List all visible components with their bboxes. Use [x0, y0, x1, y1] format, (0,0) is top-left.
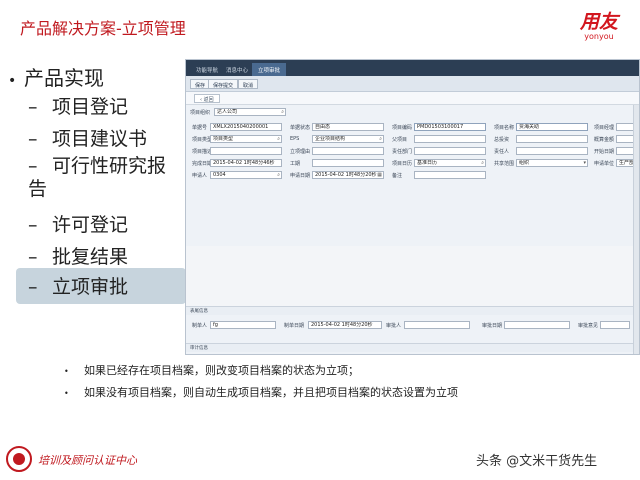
doc-no-field[interactable]: XMLX2015040200001: [210, 123, 282, 131]
project-code-label: 项目编码: [392, 125, 413, 131]
finish-date-label: 完成日期: [192, 161, 213, 167]
approve-comment-field[interactable]: [600, 321, 630, 329]
period-field[interactable]: [312, 159, 384, 167]
approve-date-field[interactable]: [504, 321, 570, 329]
project-name-label: 项目名称: [494, 125, 515, 131]
project-type-field[interactable]: 项目类型 ⌕: [210, 135, 282, 143]
responsible-field[interactable]: [516, 147, 588, 155]
investment-field[interactable]: [516, 135, 588, 143]
approve-date-label: 审批日期: [482, 323, 503, 329]
training-center-name: 培训及顾问认证中心: [38, 454, 137, 467]
body-blank-area: [186, 246, 639, 306]
calendar-label: 项目日历: [392, 161, 413, 167]
create-date-label: 制单日期: [284, 323, 305, 329]
org-row: 项目组织 达人公司 ⌕: [186, 105, 639, 120]
org-label: 项目组织: [190, 110, 211, 116]
create-date-field[interactable]: 2015-04-02 1时48分20秒: [308, 321, 382, 329]
investment-label: 总投资: [494, 137, 510, 143]
approval-reason-label: 立项理由: [290, 149, 311, 155]
remark-label: 备注: [392, 173, 403, 179]
eps-label: EPS: [290, 136, 300, 142]
dept-label: 责任部门: [392, 149, 413, 155]
search-icon: ⌕: [379, 136, 382, 142]
responsible-label: 责任人: [494, 149, 510, 155]
scrollbar[interactable]: [633, 105, 639, 354]
cancel-button[interactable]: 取消: [238, 79, 259, 89]
start-date-label: 开始日期: [594, 149, 615, 155]
project-code-field[interactable]: PMD01503100017: [414, 123, 486, 131]
approver-label: 审批人: [386, 323, 402, 329]
calendar-icon: ▦: [377, 172, 382, 178]
search-icon: ⌕: [277, 172, 280, 178]
brand-logo-sub: yonyou: [584, 32, 614, 41]
seal-icon: [6, 446, 32, 472]
project-desc-label: 项目描述: [192, 149, 213, 155]
brand-logo-main: 用友: [579, 11, 618, 33]
org-field[interactable]: 达人公司 ⌕: [214, 108, 286, 116]
project-type-label: 项目类型: [192, 137, 213, 143]
search-icon: ⌕: [281, 109, 284, 115]
calendar-field[interactable]: 基准日历 ⌕: [414, 159, 486, 167]
bullet-icon: •: [64, 367, 69, 376]
apply-date-field[interactable]: 2015-04-02 1时48分20秒 ▦: [312, 171, 384, 179]
project-name-field[interactable]: 贾海关助: [516, 123, 588, 131]
outline-item-highlighted: – 立项审批: [16, 268, 186, 304]
remark-field[interactable]: [414, 171, 486, 179]
section-table-info[interactable]: 表尾信息: [186, 306, 639, 315]
outline-item: – 项目登记: [28, 96, 129, 118]
search-icon: ⌕: [277, 136, 280, 142]
apply-date-label: 申请日期: [290, 173, 311, 179]
nav-bar: ‹ 返回: [186, 92, 639, 105]
bullet-icon: •: [64, 389, 69, 398]
tab-function-nav[interactable]: 功能导航: [190, 63, 224, 76]
note-item: • 如果没有项目档案，则自动生成项目档案，并且把项目档案的状态设置为立项: [64, 386, 458, 399]
main-form: 单据号 XMLX2015040200001 单据状态 自由态 项目编码 PMD0…: [186, 120, 639, 184]
doc-status-label: 单据状态: [290, 125, 311, 131]
save-button[interactable]: 保存: [190, 79, 211, 89]
watermark: 头条 @文米干货先生: [476, 454, 598, 469]
project-manager-label: 项目经理: [594, 125, 615, 131]
approver-field[interactable]: [404, 321, 470, 329]
applicant-label: 申请人: [192, 173, 208, 179]
dept-field[interactable]: [414, 147, 486, 155]
doc-no-label: 单据号: [192, 125, 208, 131]
budget-label: 概算金额: [594, 137, 615, 143]
parent-project-label: 父项目: [392, 137, 408, 143]
search-icon: ⌕: [481, 160, 484, 166]
bullet-icon: •: [8, 73, 17, 89]
project-desc-field[interactable]: [210, 147, 282, 155]
app-window: 功能导航 消息中心 立项审批 保存 保存提交 取消 ‹ 返回 项目组织 达人公司…: [185, 59, 640, 355]
eps-field[interactable]: 企业项目结构 ⌕: [312, 135, 384, 143]
outline-item: – 许可登记: [28, 214, 129, 236]
creator-label: 制单人: [192, 323, 208, 329]
outline-item: – 项目建议书: [28, 128, 148, 150]
tab-bar: 功能导航 消息中心 立项审批: [186, 60, 639, 76]
chevron-down-icon: ▾: [583, 160, 586, 166]
finish-date-field[interactable]: 2015-04-02 1时48分46秒: [210, 159, 282, 167]
back-button[interactable]: ‹ 返回: [194, 94, 220, 103]
approval-reason-field[interactable]: [312, 147, 384, 155]
outline-heading: • 产品实现: [8, 66, 104, 90]
doc-status-field[interactable]: 自由态: [312, 123, 384, 131]
tab-message-center[interactable]: 消息中心: [220, 63, 254, 76]
brand-logo: 用友 yonyou: [580, 12, 618, 41]
section-audit-info[interactable]: 审计信息: [186, 343, 639, 352]
approve-comment-label: 审批意见: [578, 323, 599, 329]
share-scope-select[interactable]: 组织 ▾: [516, 159, 588, 167]
parent-project-field[interactable]: [414, 135, 486, 143]
toolbar: 保存 保存提交 取消: [186, 76, 639, 92]
creator-field[interactable]: fg: [210, 321, 276, 329]
unit-label: 申请单位: [594, 161, 615, 167]
share-scope-label: 共享范围: [494, 161, 515, 167]
period-label: 工期: [290, 161, 301, 167]
applicant-field[interactable]: 0304 ⌕: [210, 171, 282, 179]
outline-item: – 可行性研究报告: [28, 155, 167, 200]
tab-approval[interactable]: 立项审批: [252, 63, 287, 76]
note-item: • 如果已经存在项目档案，则改变项目档案的状态为立项；: [64, 364, 359, 377]
slide-title: 产品解决方案-立项管理: [20, 19, 186, 38]
outline-item: – 批复结果: [28, 246, 129, 268]
save-submit-button[interactable]: 保存提交: [208, 79, 239, 89]
